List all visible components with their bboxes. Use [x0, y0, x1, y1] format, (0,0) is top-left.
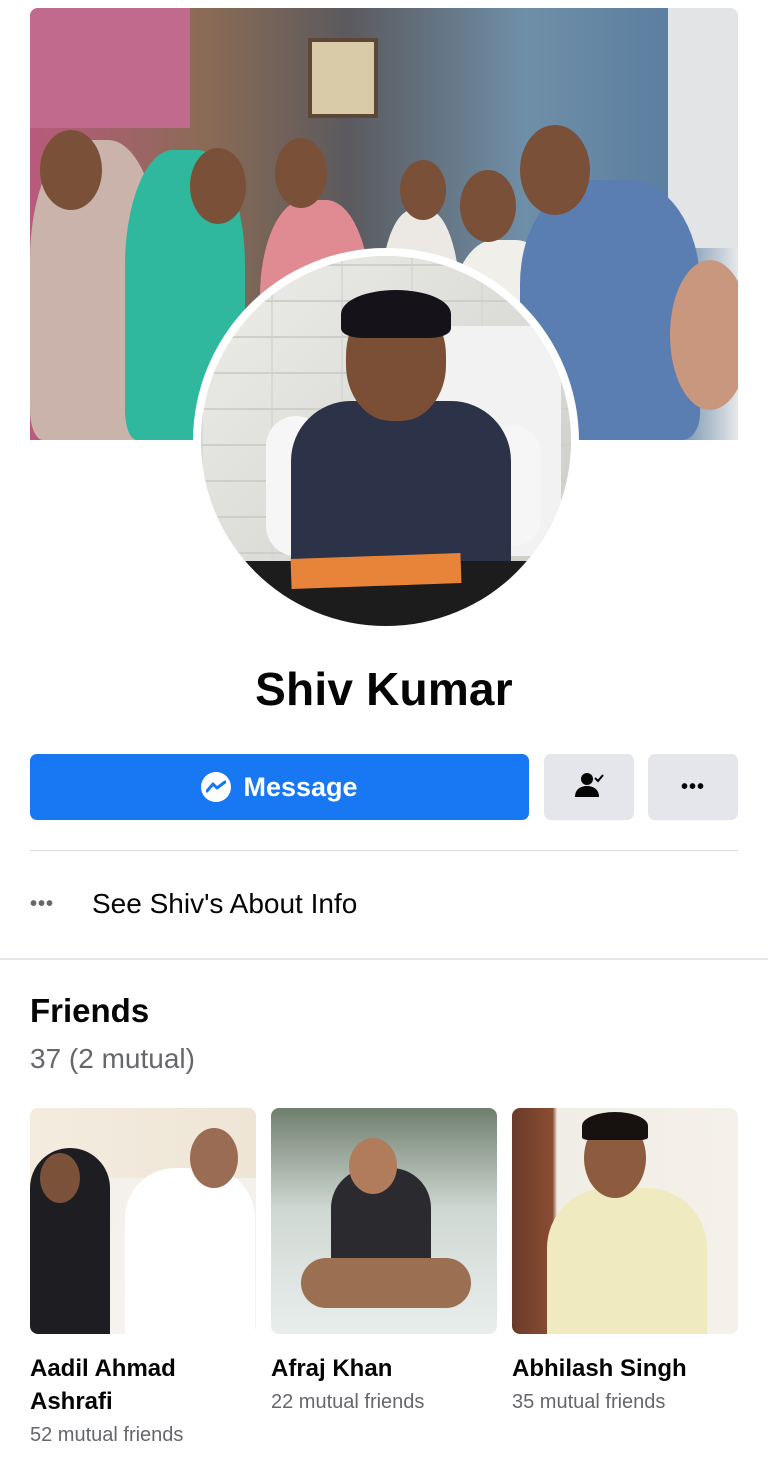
friend-mutual-count: 22 mutual friends	[271, 1391, 425, 1413]
message-button-label: Message	[243, 771, 358, 802]
friend-name[interactable]: Afraj Khan	[271, 1352, 497, 1385]
cover-window	[308, 38, 378, 118]
see-about-info-label: See Shiv's About Info	[92, 888, 358, 919]
profile-picture[interactable]	[193, 248, 579, 634]
friend-card[interactable]: Abhilash Singh 35 mutual friends	[512, 1108, 738, 1414]
dots-icon: •••	[30, 892, 55, 915]
message-button[interactable]: Message	[30, 754, 529, 820]
avatar	[201, 256, 571, 626]
more-button[interactable]: •••	[648, 754, 738, 820]
friend-status-icon	[573, 769, 605, 806]
friend-name[interactable]: Aadil Ahmad Ashrafi	[30, 1352, 256, 1418]
friend-status-button[interactable]	[544, 754, 634, 820]
friend-photo[interactable]	[30, 1108, 256, 1334]
friend-mutual-count: 35 mutual friends	[512, 1391, 666, 1413]
cover-wall	[30, 8, 190, 128]
friends-count: 37 (2 mutual)	[30, 1043, 195, 1074]
friend-mutual-count: 52 mutual friends	[30, 1424, 184, 1446]
friend-photo[interactable]	[512, 1108, 738, 1334]
profile-page: Shiv Kumar Message ••• ••• See Shiv's Ab…	[0, 0, 768, 1467]
more-dots-icon: •••	[680, 775, 705, 798]
divider	[30, 850, 738, 851]
friend-photo[interactable]	[271, 1108, 497, 1334]
profile-name: Shiv Kumar	[255, 663, 513, 715]
friend-card[interactable]: Aadil Ahmad Ashrafi 52 mutual friends	[30, 1108, 256, 1447]
see-about-info-row[interactable]: ••• See Shiv's About Info	[30, 876, 738, 932]
friends-title[interactable]: Friends	[30, 992, 149, 1030]
section-divider	[0, 958, 768, 960]
messenger-icon	[201, 772, 232, 802]
friend-name[interactable]: Abhilash Singh	[512, 1352, 738, 1385]
friend-card[interactable]: Afraj Khan 22 mutual friends	[271, 1108, 497, 1414]
